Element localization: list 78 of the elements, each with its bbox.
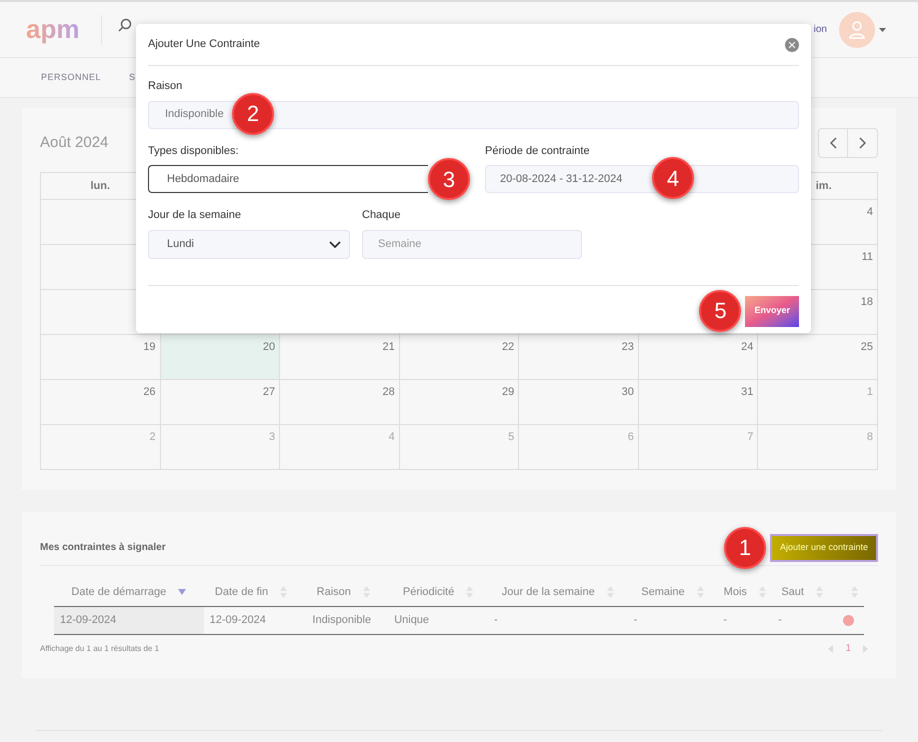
page-number[interactable]: 1	[845, 641, 851, 656]
section-title: Mes contraintes à signaler	[40, 541, 166, 555]
caret-icon[interactable]	[879, 28, 886, 32]
callout-marker: 5	[699, 290, 742, 332]
field-label: Raison	[148, 79, 182, 94]
search-icon[interactable]	[118, 18, 132, 32]
day-number[interactable]: 22	[502, 339, 514, 356]
next-page-icon[interactable]	[863, 644, 868, 652]
day-number[interactable]: 18	[860, 294, 873, 310]
weekday-header: im.	[816, 178, 832, 194]
column-header[interactable]: Jour de la semaine	[502, 584, 595, 600]
day-number[interactable]: 4	[388, 429, 395, 446]
day-number[interactable]: 6	[628, 429, 634, 446]
every-field[interactable]: Semaine	[362, 230, 582, 258]
table-cell-text: 12-09-2024	[210, 613, 266, 628]
day-number[interactable]: 2	[149, 429, 156, 446]
menu-link[interactable]: ion	[814, 22, 827, 37]
day-number[interactable]: 19	[143, 339, 156, 356]
day-number[interactable]: 24	[741, 339, 754, 356]
field-label: Types disponibles:	[148, 144, 238, 158]
day-number[interactable]: 4	[866, 204, 873, 220]
day-number[interactable]: 28	[382, 384, 395, 400]
nav-tab[interactable]: PERSONNEL	[41, 70, 102, 84]
column-header[interactable]: Date de démarrage	[71, 584, 166, 600]
table-cell-text: Indisponible	[312, 613, 372, 628]
field-label: Chaque	[362, 208, 401, 223]
nav-tab[interactable]: S	[129, 70, 136, 84]
day-number[interactable]: 11	[862, 249, 873, 266]
day-number[interactable]: 31	[741, 384, 754, 400]
day-number[interactable]: 26	[143, 384, 156, 400]
calendar-title: Août 2024	[40, 132, 108, 153]
chevron-left-icon	[830, 137, 836, 149]
sort-desc-icon	[178, 589, 186, 595]
chevron-down-icon	[329, 240, 341, 248]
previous-button[interactable]	[818, 128, 848, 158]
table-cell-text: -	[723, 613, 728, 628]
callout-marker: 2	[232, 92, 274, 134]
prev-page-icon[interactable]	[828, 644, 834, 652]
column-header[interactable]: Périodicité	[402, 584, 454, 600]
table-cell-text: -	[634, 613, 638, 628]
column-header[interactable]: Saut	[781, 584, 804, 600]
day-number[interactable]: 30	[622, 384, 634, 400]
table-footer-text: Affichage du 1 au 1 résultats de 1	[40, 642, 160, 654]
table-cell-text: 12-09-2024	[60, 613, 116, 628]
day-select[interactable]: Lundi	[148, 230, 350, 258]
column-header[interactable]: Raison	[316, 584, 351, 600]
close-icon	[789, 42, 795, 48]
day-number[interactable]: 5	[508, 429, 514, 446]
next-button[interactable]	[848, 128, 878, 158]
day-number[interactable]: 21	[382, 339, 395, 356]
types-select[interactable]: Hebdomadaire	[148, 165, 428, 193]
column-header[interactable]: Mois	[724, 584, 747, 600]
modal-title: Ajouter Une Contrainte	[148, 37, 260, 52]
submit-button[interactable]: Envoyer	[745, 296, 799, 326]
day-number[interactable]: 25	[860, 339, 873, 356]
table-cell-text: Unique	[394, 613, 430, 628]
day-number[interactable]: 23	[622, 339, 634, 356]
day-number[interactable]: 29	[502, 384, 514, 400]
day-number[interactable]: 1	[866, 384, 873, 400]
table-cell-text: -	[494, 613, 498, 628]
field-label: Jour de la semaine	[148, 208, 241, 223]
column-header[interactable]: Semaine	[641, 584, 685, 600]
chevron-right-icon	[859, 137, 866, 149]
day-number[interactable]: 3	[269, 429, 276, 446]
day-number[interactable]: 7	[747, 429, 754, 446]
day-number[interactable]: 20	[262, 339, 276, 356]
weekday-header: lun.	[90, 178, 110, 194]
callout-marker: 1	[724, 526, 766, 568]
day-number[interactable]: 27	[262, 384, 276, 400]
table-cell-text: -	[778, 613, 782, 628]
callout-marker: 4	[652, 157, 694, 199]
day-number[interactable]: 8	[866, 429, 873, 446]
user-icon	[849, 20, 865, 38]
add-constraint-button[interactable]: Ajouter une contrainte	[770, 534, 878, 562]
column-header[interactable]: Date de fin	[214, 584, 268, 600]
close-button[interactable]	[785, 38, 799, 52]
field-label: Période de contrainte	[485, 144, 590, 158]
callout-marker: 3	[428, 158, 470, 200]
